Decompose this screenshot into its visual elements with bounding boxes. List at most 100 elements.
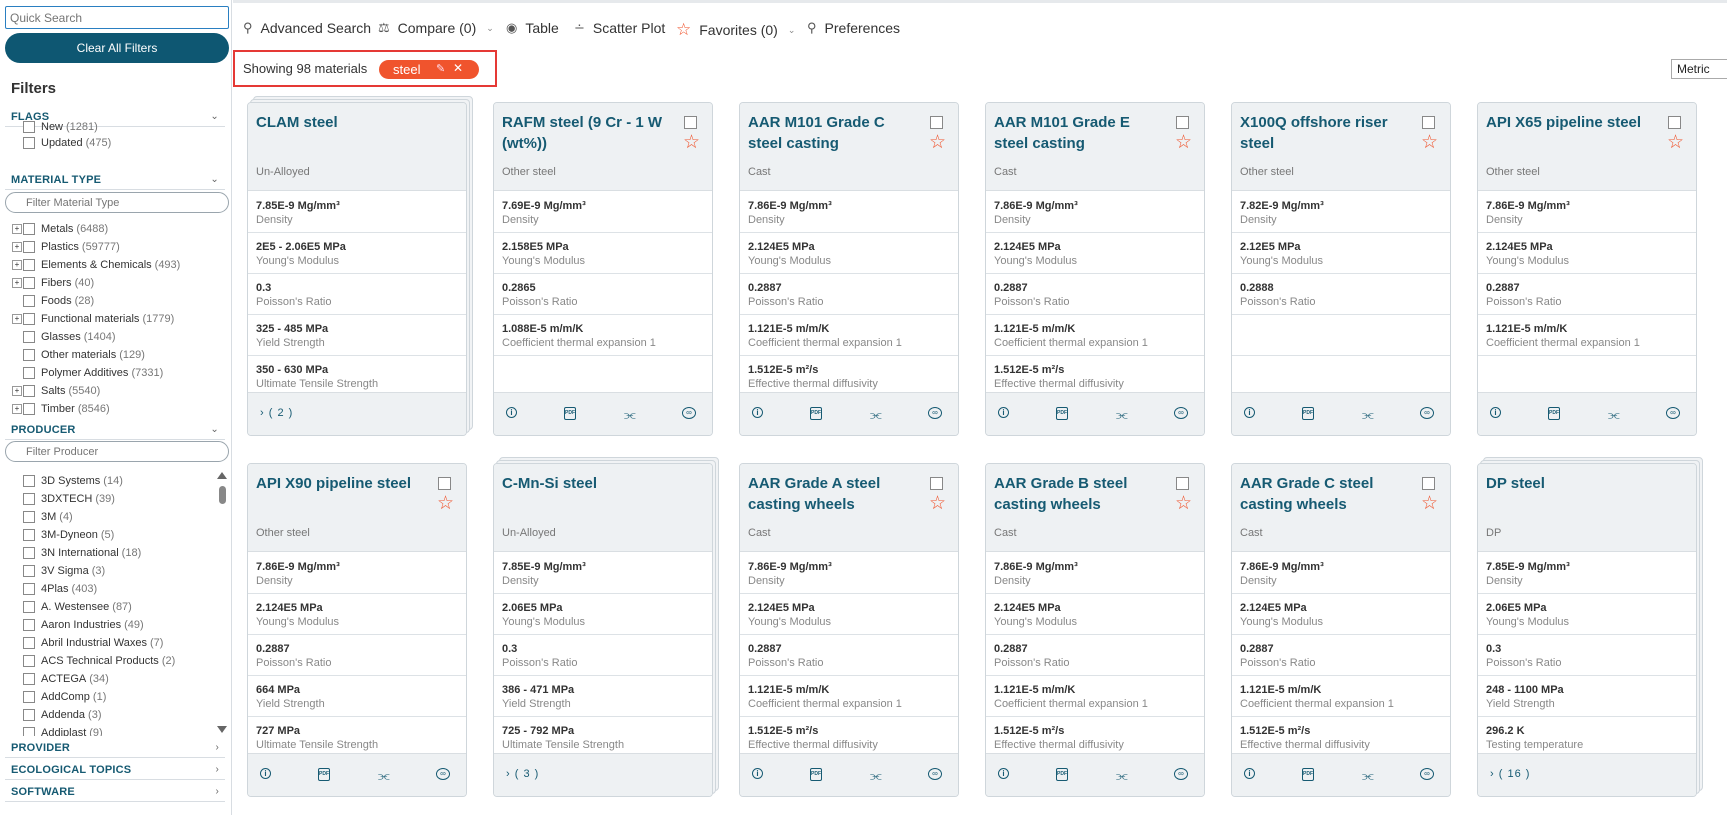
producer-filter-row[interactable]: 4Plas (403) [23,581,97,597]
expand-plus-icon[interactable]: + [12,260,22,270]
material-card[interactable]: AAR Grade A steel casting wheels Cast ☆ 7.8… [739,463,959,797]
material-type-filter-row[interactable]: + Elements & Chemicals (493) [12,257,180,273]
quick-search-input[interactable] [5,6,229,29]
checkbox[interactable] [23,223,35,235]
checkbox[interactable] [23,241,35,253]
flag-filter-row[interactable]: New (1281) [23,119,98,135]
checkbox[interactable] [23,385,35,397]
material-type-filter-row[interactable]: Glasses (1404) [12,329,116,345]
material-card[interactable]: RAFM steel (9 Cr - 1 W (wt%)) Other steel… [493,102,713,436]
favorite-star-icon[interactable]: ☆ [929,133,946,152]
compare-checkbox[interactable] [1668,116,1681,129]
pdf-icon[interactable]: PDF [1056,768,1068,781]
link-icon[interactable]: ∞ [1420,407,1434,419]
expand-plus-icon[interactable]: + [12,404,22,414]
preferences-button[interactable]: ⚲ Preferences [807,20,900,36]
share-icon[interactable]: ⫘ [1116,768,1128,784]
link-icon[interactable]: ∞ [436,768,450,780]
producer-scrollbar-thumb[interactable] [219,486,226,504]
checkbox[interactable] [23,709,35,721]
info-icon[interactable]: i [752,407,763,418]
expand-plus-icon[interactable]: + [12,386,22,396]
share-icon[interactable]: ⫘ [1608,407,1620,423]
checkbox[interactable] [23,367,35,379]
checkbox[interactable] [23,655,35,667]
material-title-link[interactable]: RAFM steel (9 Cr - 1 W (wt%)) [502,112,667,154]
edit-icon[interactable]: ✎ [436,62,445,75]
expand-variants-button[interactable]: › ( 3 ) [506,768,539,780]
share-icon[interactable]: ⫘ [378,768,390,784]
flag-filter-row[interactable]: Updated (475) [23,135,111,151]
pdf-icon[interactable]: PDF [810,768,822,781]
material-type-filter-row[interactable]: + Timber (8546) [12,401,110,417]
favorite-star-icon[interactable]: ☆ [1421,133,1438,152]
pdf-icon[interactable]: PDF [1302,407,1314,420]
material-title-link[interactable]: AAR Grade A steel casting wheels [748,473,913,515]
compare-checkbox[interactable] [1422,116,1435,129]
expand-plus-icon[interactable]: + [12,224,22,234]
favorite-star-icon[interactable]: ☆ [1421,494,1438,513]
checkbox[interactable] [23,637,35,649]
checkbox[interactable] [23,349,35,361]
link-icon[interactable]: ∞ [682,407,696,419]
clear-all-filters-button[interactable]: Clear All Filters [5,33,229,63]
expand-variants-button[interactable]: › ( 2 ) [260,407,293,419]
close-icon[interactable]: ✕ [453,61,463,75]
unit-system-select[interactable]: Metric [1671,59,1727,79]
compare-checkbox[interactable] [684,116,697,129]
share-icon[interactable]: ⫘ [624,407,636,423]
material-title-link[interactable]: API X90 pipeline steel [256,473,421,494]
ecological-topics-section-header[interactable]: ECOLOGICAL TOPICS › [5,760,225,780]
pdf-icon[interactable]: PDF [318,768,330,781]
material-card[interactable]: AAR Grade C steel casting wheels Cast ☆ 7.8… [1231,463,1451,797]
link-icon[interactable]: ∞ [1420,768,1434,780]
share-icon[interactable]: ⫘ [870,768,882,784]
favorite-star-icon[interactable]: ☆ [929,494,946,513]
checkbox[interactable] [23,259,35,271]
material-card[interactable]: C-Mn-Si steel Un-Alloyed 7.85E-9 Mg/mm³ Den… [493,457,719,797]
pdf-icon[interactable]: PDF [810,407,822,420]
checkbox[interactable] [23,547,35,559]
share-icon[interactable]: ⫘ [1362,407,1374,423]
material-title-link[interactable]: C-Mn-Si steel [502,473,667,494]
expand-plus-icon[interactable]: + [12,314,22,324]
compare-checkbox[interactable] [1176,477,1189,490]
producer-filter-row[interactable]: ACS Technical Products (2) [23,653,175,669]
provider-section-header[interactable]: PROVIDER › [5,738,225,758]
producer-filter-row[interactable]: 3M-Dyneon (5) [23,527,114,543]
material-title-link[interactable]: CLAM steel [256,112,421,133]
producer-filter-input[interactable] [5,441,229,462]
material-type-filter-row[interactable]: Other materials (129) [12,347,145,363]
link-icon[interactable]: ∞ [928,768,942,780]
scroll-up-arrow[interactable] [217,472,227,479]
compare-checkbox[interactable] [930,116,943,129]
material-card[interactable]: AAR M101 Grade E steel casting Cast ☆ 7.86E… [985,102,1205,436]
material-card[interactable]: DP steel DP 7.85E-9 Mg/mm³ Density 2.06E5 MP… [1477,457,1703,797]
checkbox[interactable] [23,619,35,631]
compare-button[interactable]: ⚖ Compare (0) ⌄ [378,20,494,36]
material-title-link[interactable]: DP steel [1486,473,1651,494]
material-title-link[interactable]: AAR M101 Grade C steel casting [748,112,913,154]
compare-checkbox[interactable] [930,477,943,490]
checkbox[interactable] [23,511,35,523]
material-type-filter-row[interactable]: + Metals (6488) [12,221,108,237]
producer-filter-row[interactable]: A. Westensee (87) [23,599,132,615]
material-type-filter-input[interactable] [5,192,229,213]
expand-plus-icon[interactable]: + [12,278,22,288]
checkbox[interactable] [23,529,35,541]
compare-checkbox[interactable] [438,477,451,490]
producer-filter-row[interactable]: Aaron Industries (49) [23,617,144,633]
info-icon[interactable]: i [1244,768,1255,779]
table-view-button[interactable]: ◉ Table [506,20,559,36]
info-icon[interactable]: i [1490,407,1501,418]
software-section-header[interactable]: SOFTWARE › [5,782,225,802]
info-icon[interactable]: i [506,407,517,418]
material-type-filter-row[interactable]: + Salts (5540) [12,383,100,399]
checkbox[interactable] [23,475,35,487]
checkbox[interactable] [23,565,35,577]
pdf-icon[interactable]: PDF [1056,407,1068,420]
producer-filter-row[interactable]: 3M (4) [23,509,73,525]
favorite-star-icon[interactable]: ☆ [683,133,700,152]
pdf-icon[interactable]: PDF [564,407,576,420]
producer-filter-row[interactable]: ACTEGA (34) [23,671,109,687]
